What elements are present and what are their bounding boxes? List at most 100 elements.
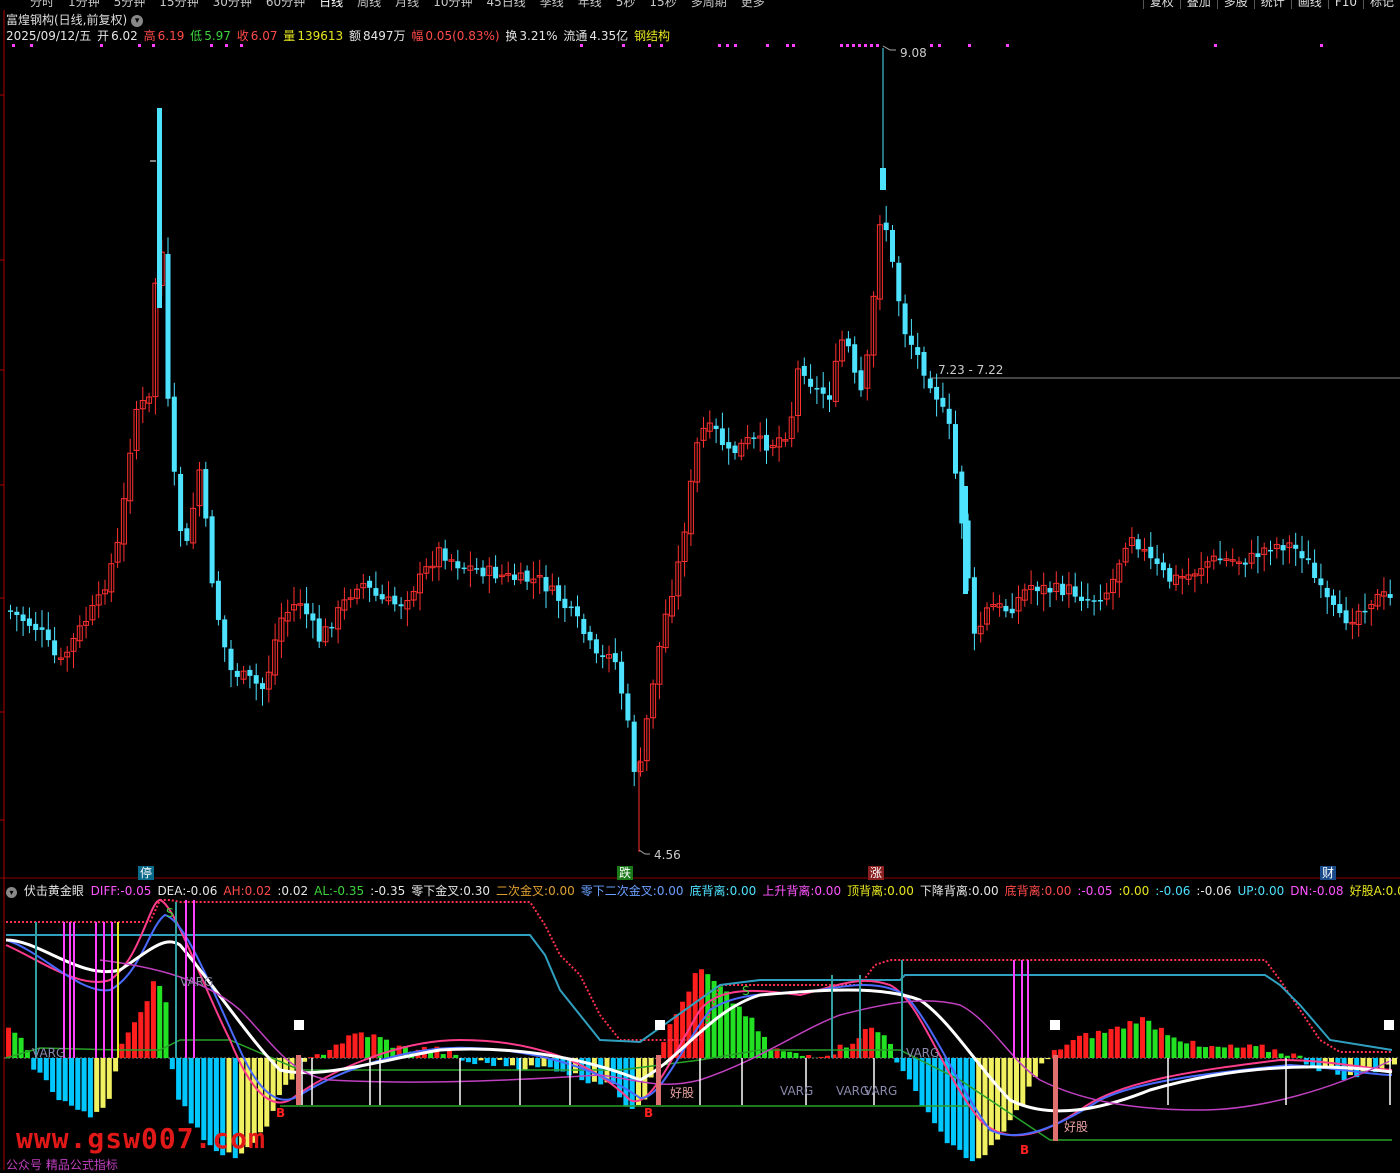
candle-body-down xyxy=(1331,596,1336,605)
histogram-bar xyxy=(1190,1041,1195,1058)
signal-dot xyxy=(622,44,625,47)
histogram-bar xyxy=(1203,1047,1208,1058)
candle-body-down xyxy=(399,604,404,606)
histogram-bar xyxy=(6,1028,11,1058)
histogram-bar xyxy=(491,1058,496,1066)
indicator-item: DEA:-0.06 xyxy=(157,884,220,898)
indicator-item: :0.00 xyxy=(1118,884,1152,898)
candle-body-down xyxy=(1293,545,1298,549)
histogram-bar xyxy=(1159,1028,1164,1058)
histogram-bar xyxy=(315,1054,320,1058)
histogram-bar xyxy=(1077,1036,1082,1058)
candle-body-down xyxy=(940,398,945,407)
histogram-bar xyxy=(182,1058,187,1106)
candle-body-down xyxy=(373,588,378,596)
histogram-bar xyxy=(882,1035,887,1058)
signal-dot xyxy=(852,44,855,47)
indicator-item-value: 0.00 xyxy=(1045,884,1072,898)
histogram-bar xyxy=(82,1058,87,1111)
indicator-item-label: DN: xyxy=(1290,884,1312,898)
histogram-bar xyxy=(441,1054,446,1058)
indicator-item: :-0.06 xyxy=(1155,884,1193,898)
signal-dot xyxy=(870,44,873,47)
histogram-bar xyxy=(794,1053,799,1058)
candle-body-down xyxy=(1344,610,1349,623)
histogram-bar xyxy=(907,1058,912,1079)
candle-body-down xyxy=(1268,550,1273,552)
indicator-item-value: 0.00 xyxy=(1123,884,1150,898)
histogram-bar xyxy=(1228,1045,1233,1058)
candle-body-down xyxy=(963,486,968,594)
chevron-down-icon[interactable]: ▾ xyxy=(6,887,17,898)
indicator-item-label: UP: xyxy=(1237,884,1257,898)
candle-body-down xyxy=(922,352,927,376)
indicator-values: DIFF:-0.05DEA:-0.06AH:0.02:0.02AL:-0.35:… xyxy=(91,884,1400,898)
histogram-bar xyxy=(1172,1037,1177,1058)
histogram-bar xyxy=(353,1034,358,1058)
candle-body-down xyxy=(1218,559,1223,561)
histogram-bar xyxy=(170,1058,175,1069)
candle-body-down xyxy=(909,336,914,345)
histogram-bar xyxy=(1134,1024,1139,1058)
histogram-bar xyxy=(38,1058,43,1073)
histogram-bar xyxy=(1109,1029,1114,1058)
histogram-bar xyxy=(869,1028,874,1058)
signal-dot xyxy=(858,44,861,47)
signal-dot xyxy=(840,44,843,47)
signal-dot xyxy=(792,44,795,47)
event-tag-halt[interactable]: 停 xyxy=(138,866,154,880)
histogram-bar xyxy=(926,1058,931,1112)
candle-body-down xyxy=(172,397,177,472)
varg-label-5: VARG xyxy=(862,1084,899,1098)
histogram-bar xyxy=(529,1058,534,1065)
white-square-marker xyxy=(294,1020,304,1030)
histogram-bar xyxy=(101,1058,106,1108)
indicator-item-value: 0.00 xyxy=(814,884,841,898)
histogram-bar xyxy=(838,1045,843,1058)
histogram-bar xyxy=(88,1058,93,1117)
signal-dot xyxy=(648,44,651,47)
event-tag-finance[interactable]: 财 xyxy=(1320,866,1336,880)
indicator-item-value: 0.00 xyxy=(657,884,684,898)
histogram-bar xyxy=(1241,1048,1246,1058)
histogram-bar xyxy=(957,1058,962,1150)
indicator-item: :-0.35 xyxy=(370,884,408,898)
white-square-marker xyxy=(655,1020,665,1030)
histogram-bar xyxy=(699,969,704,1058)
candle-body-down xyxy=(890,230,895,262)
indicator-item-value: 0.00 xyxy=(548,884,575,898)
indicator-item-value: -0.35 xyxy=(333,884,364,898)
candle-body-down xyxy=(260,683,265,689)
indicator-item: 好股A:0.00 xyxy=(1350,884,1400,898)
histogram-bar xyxy=(132,1022,137,1058)
event-tag-down[interactable]: 跌 xyxy=(617,866,633,880)
indicator-item-label: AH: xyxy=(223,884,244,898)
candle-body-down xyxy=(1003,606,1008,611)
signal-dot xyxy=(210,44,213,47)
candle-body-down xyxy=(852,344,857,372)
candle-body-down xyxy=(1300,551,1305,558)
candle-body-down xyxy=(814,388,819,390)
candle-body-down xyxy=(934,387,939,400)
candle-body-down xyxy=(575,606,580,616)
candle-body-down xyxy=(764,435,769,451)
candle-body-down xyxy=(1010,609,1015,613)
watermark-url: www.gsw007.com xyxy=(16,1122,266,1155)
histogram-bar xyxy=(1279,1054,1284,1058)
candle-body-down xyxy=(462,568,467,570)
candle-body-down xyxy=(178,474,183,531)
histogram-bar xyxy=(327,1050,332,1058)
histogram-bar xyxy=(1285,1056,1290,1058)
indicator-item-value: 0.30 xyxy=(463,884,490,898)
indicator-item-label: 零下金叉: xyxy=(411,884,463,898)
candle-body-down xyxy=(1281,545,1286,550)
histogram-bar xyxy=(1209,1046,1214,1058)
histogram-bar xyxy=(189,1058,194,1123)
histogram-bar xyxy=(365,1037,370,1058)
histogram-bar xyxy=(447,1051,452,1058)
candle-body-down xyxy=(556,585,561,601)
candle-body-down xyxy=(880,168,886,190)
event-tag-up[interactable]: 涨 xyxy=(868,866,884,880)
good-stock-label-2: 好股 xyxy=(1062,1120,1090,1134)
chart-canvas[interactable] xyxy=(0,0,1400,1170)
